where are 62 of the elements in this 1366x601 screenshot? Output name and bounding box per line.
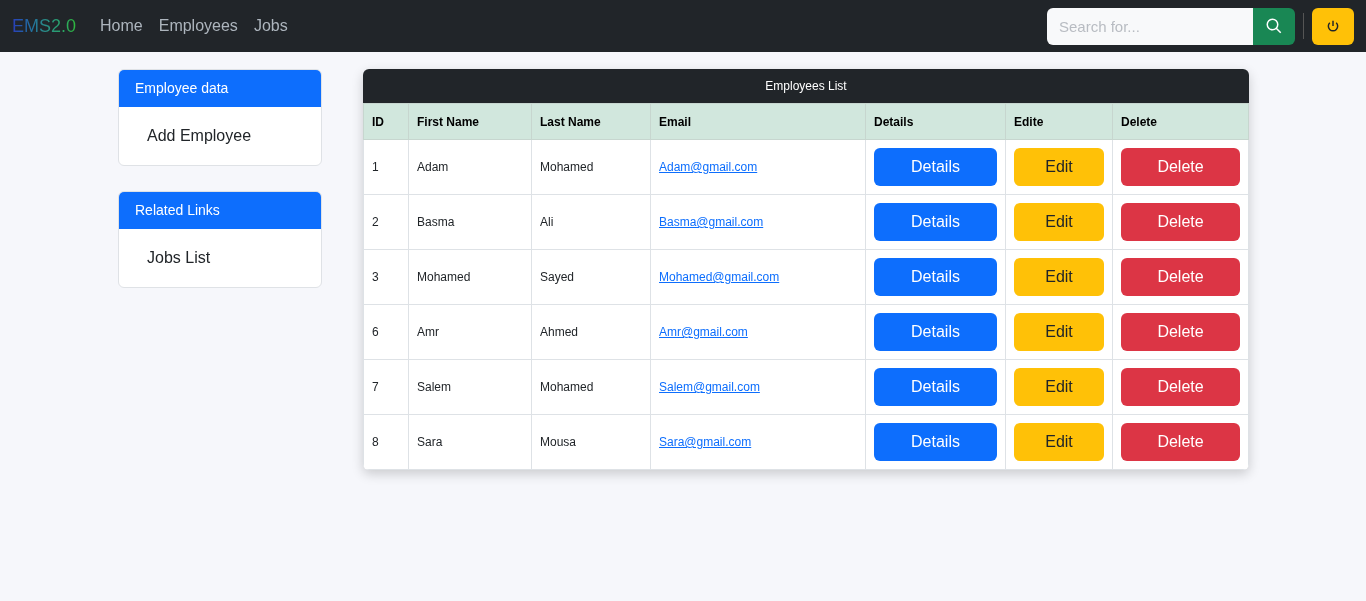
edit-button[interactable]: Edit [1014,258,1104,296]
card-header: Employee data [119,70,321,107]
edit-button[interactable]: Edit [1014,148,1104,186]
delete-button[interactable]: Delete [1121,313,1240,351]
column-header: First Name [408,103,532,140]
email-link[interactable]: Amr@gmail.com [659,325,748,339]
search-button[interactable] [1253,7,1295,45]
table-cell: Adam [408,139,532,195]
table-cell: Sara [408,414,532,470]
email-link[interactable]: Adam@gmail.com [659,160,758,174]
table-cell: Mohamed [408,249,532,305]
edit-button[interactable]: Edit [1014,423,1104,461]
power-button[interactable] [1312,7,1354,45]
details-button[interactable]: Details [874,313,997,351]
details-button[interactable]: Details [874,368,997,406]
table-cell: 3 [363,249,409,305]
edit-button[interactable]: Edit [1014,368,1104,406]
column-header: Edite [1005,103,1113,140]
delete-button[interactable]: Delete [1121,203,1240,241]
email-link[interactable]: Mohamed@gmail.com [659,270,780,284]
email-link[interactable]: Basma@gmail.com [659,215,764,229]
nav-link[interactable]: Home [100,14,143,38]
table-cell: Ali [531,194,651,250]
details-button[interactable]: Details [874,258,997,296]
table-cell: Ahmed [531,304,651,360]
edit-button[interactable]: Edit [1014,203,1104,241]
delete-button[interactable]: Delete [1121,148,1240,186]
email-link[interactable]: Sara@gmail.com [659,435,752,449]
table-cell: 7 [363,359,409,415]
column-header: Email [650,103,866,140]
edit-button[interactable]: Edit [1014,313,1104,351]
search-field[interactable]: Search for... [1047,7,1253,45]
table-cell: 6 [363,304,409,360]
delete-button[interactable]: Delete [1121,258,1240,296]
table-cell: Amr [408,304,532,360]
details-button[interactable]: Details [874,423,997,461]
table-cell: Mohamed [531,359,651,415]
search-icon [1265,17,1283,35]
details-button[interactable]: Details [874,148,997,186]
column-header: Delete [1112,103,1249,140]
nav-link[interactable]: Jobs [253,14,288,38]
email-link[interactable]: Salem@gmail.com [659,380,760,394]
table-cell: Mohamed [531,139,651,195]
column-header: Details [865,103,1006,140]
card-header: Related Links [119,192,321,229]
delete-button[interactable]: Delete [1121,368,1240,406]
delete-button[interactable]: Delete [1121,423,1240,461]
details-button[interactable]: Details [874,203,997,241]
table-title: Employees List [363,69,1249,103]
sidebar-link[interactable]: Jobs List [119,229,321,287]
table-cell: 2 [363,194,409,250]
power-icon [1326,19,1340,33]
table-cell: Salem [408,359,532,415]
column-header: Last Name [531,103,651,140]
sidebar-link[interactable]: Add Employee [119,107,321,165]
table-cell: Sayed [531,249,651,305]
table-cell: Mousa [531,414,651,470]
table-cell: 1 [363,139,409,195]
table-cell: 8 [363,414,409,470]
table-cell: Basma [408,194,532,250]
column-header: ID [363,103,409,140]
nav-link[interactable]: Employees [158,14,238,38]
